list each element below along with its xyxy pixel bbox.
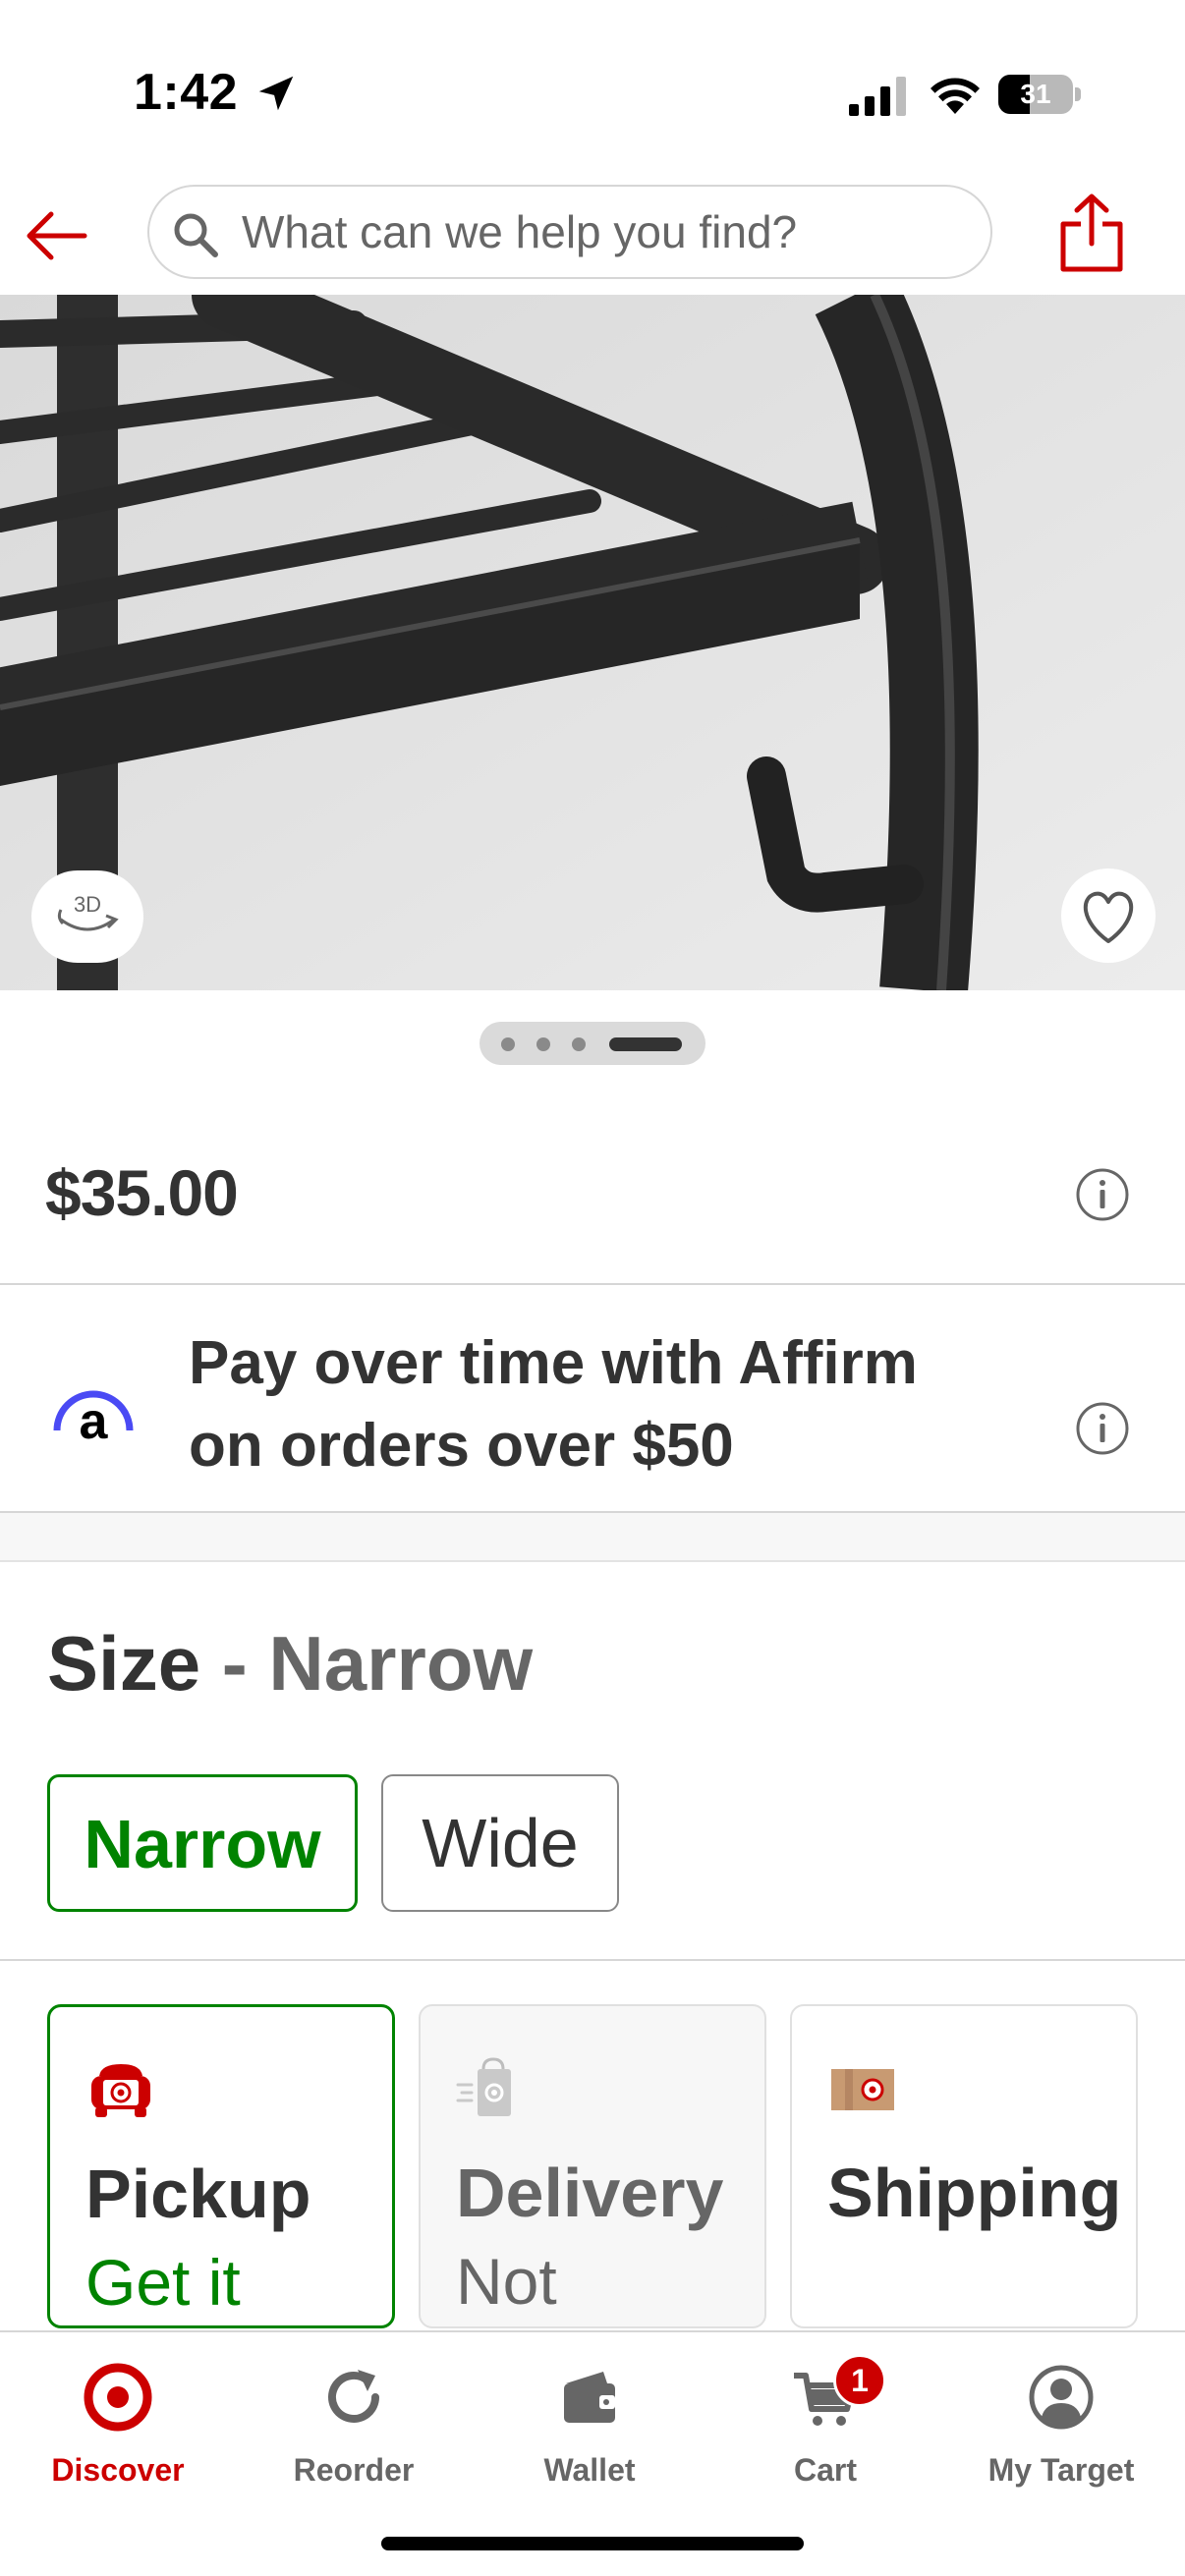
tab-my-target[interactable]: My Target: [943, 2346, 1179, 2503]
affirm-section[interactable]: a Pay over time with Affirm on orders ov…: [0, 1285, 1185, 1513]
status-time: 1:42: [134, 64, 239, 121]
cellular-signal-icon: [849, 77, 906, 116]
pagination-dot[interactable]: [501, 1037, 515, 1051]
account-icon: [1029, 2365, 1094, 2430]
divider: [0, 1959, 1185, 1961]
pagination-dot[interactable]: [536, 1037, 550, 1051]
cart-count-badge: 1: [833, 2354, 886, 2407]
size-option-wide[interactable]: Wide: [381, 1774, 619, 1912]
reorder-refresh-icon: [328, 2370, 379, 2423]
location-arrow-icon: [258, 76, 294, 111]
affirm-logo-icon: a: [53, 1390, 134, 1444]
fulfillment-subtitle: Get it: [85, 2246, 241, 2319]
fulfillment-title: Shipping: [827, 2155, 1122, 2231]
target-bullseye-icon: [84, 2363, 152, 2432]
search-icon: [174, 213, 218, 257]
share-icon[interactable]: [1057, 191, 1126, 273]
fulfillment-card-shipping[interactable]: Shipping: [790, 2004, 1138, 2328]
home-indicator: [381, 2537, 804, 2550]
header: [0, 177, 1185, 295]
delivery-bag-icon: [456, 2057, 511, 2116]
fulfillment-card-pickup[interactable]: Pickup Get it: [47, 2004, 395, 2328]
fulfillment-card-delivery[interactable]: Delivery Not: [419, 2004, 766, 2328]
fulfillment-subtitle: Not: [456, 2245, 557, 2318]
image-pagination[interactable]: [480, 1022, 705, 1065]
wallet-icon: [564, 2372, 615, 2423]
3d-rotate-icon: 3D: [57, 892, 119, 931]
size-separator: -: [221, 1620, 248, 1707]
tab-label: Wallet: [543, 2452, 636, 2488]
price-section: $35.00: [0, 1081, 1185, 1285]
pagination-dot[interactable]: [572, 1037, 586, 1051]
tab-reorder[interactable]: Reorder: [236, 2346, 472, 2503]
product-price: $35.00: [45, 1156, 239, 1229]
back-arrow-icon[interactable]: [22, 204, 92, 267]
size-option-narrow[interactable]: Narrow: [47, 1774, 358, 1912]
price-info-icon[interactable]: [1075, 1167, 1130, 1222]
tab-cart[interactable]: 1 Cart: [707, 2346, 943, 2503]
status-bar: 1:42 31: [0, 0, 1185, 177]
svg-text:3D: 3D: [74, 892, 101, 917]
heart-icon: [1083, 891, 1134, 943]
affirm-info-icon[interactable]: [1075, 1401, 1130, 1456]
affirm-line-1: Pay over time with Affirm: [189, 1329, 918, 1397]
affirm-logo-letter: a: [80, 1393, 109, 1444]
tab-label: My Target: [988, 2452, 1135, 2488]
size-label: Size: [47, 1620, 201, 1707]
affirm-message: Pay over time with Affirm on orders over…: [189, 1322, 1034, 1487]
size-heading: Size - Narrow: [47, 1619, 533, 1708]
view-in-3d-button[interactable]: 3D: [31, 870, 143, 963]
battery-icon: 31: [998, 75, 1081, 114]
product-image: [0, 295, 1185, 990]
search-input[interactable]: [242, 200, 969, 263]
affirm-line-2: on orders over $50: [189, 1412, 734, 1480]
product-image-carousel[interactable]: 3D: [0, 295, 1185, 990]
size-selected-value: Narrow: [268, 1620, 534, 1707]
section-divider: [0, 1513, 1185, 1562]
tab-label: Discover: [51, 2452, 185, 2488]
fulfillment-title: Pickup: [85, 2156, 311, 2232]
tab-wallet[interactable]: Wallet: [472, 2346, 707, 2503]
tab-discover[interactable]: Discover: [0, 2346, 236, 2503]
pickup-drive-icon: [91, 2064, 150, 2117]
battery-level: 31: [1020, 79, 1051, 109]
tab-label: Reorder: [293, 2452, 415, 2488]
wifi-icon: [931, 78, 980, 114]
search-bar[interactable]: [147, 185, 992, 279]
pagination-dot-active[interactable]: [609, 1037, 682, 1051]
shipping-box-icon: [831, 2069, 894, 2110]
fulfillment-title: Delivery: [456, 2155, 724, 2231]
favorite-button[interactable]: [1061, 868, 1156, 963]
tab-label: Cart: [793, 2452, 857, 2488]
